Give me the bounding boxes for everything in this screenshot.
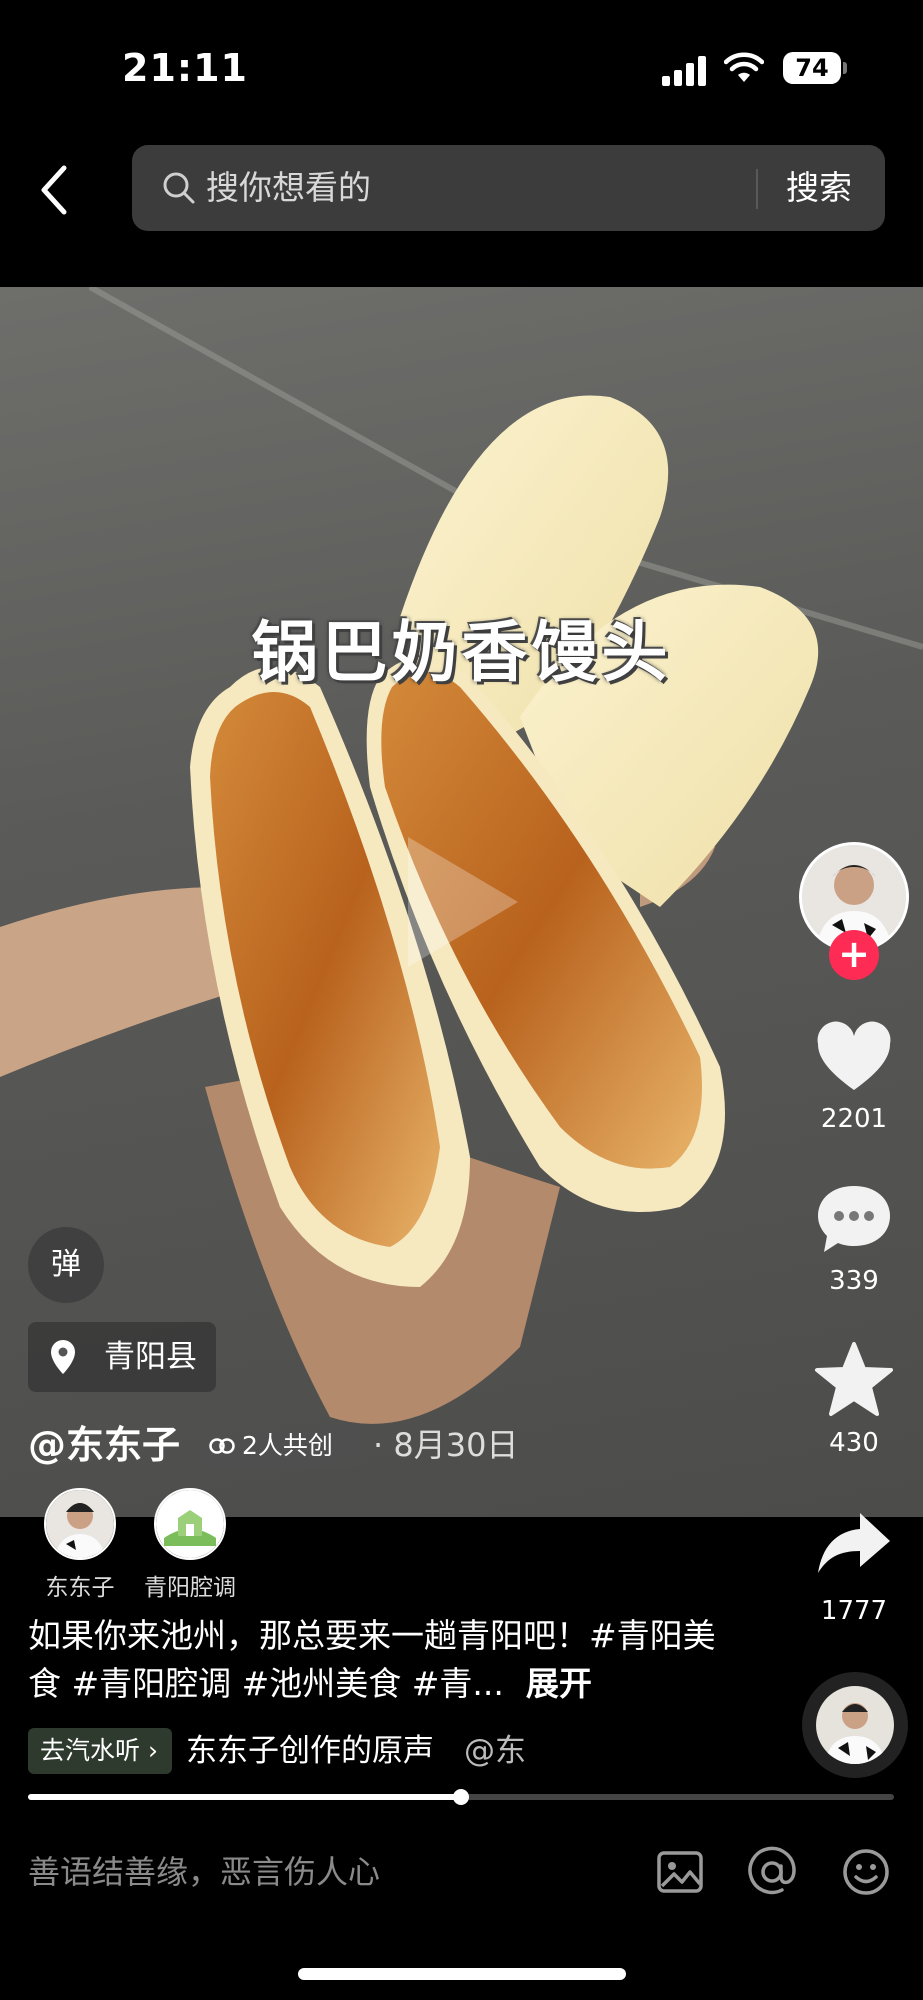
share-count: 1777 xyxy=(820,1596,888,1626)
comment-bubble-icon[interactable] xyxy=(814,1180,894,1260)
playback-progress-fill xyxy=(28,1794,461,1800)
music-mention: @东 xyxy=(463,1733,526,1769)
like-heart-icon[interactable] xyxy=(814,1020,894,1100)
follow-button[interactable]: + xyxy=(829,930,879,980)
cocreator-item[interactable]: 青阳腔调 xyxy=(120,1488,260,1602)
search-divider xyxy=(756,169,758,209)
video-caption: 锅巴奶香馒头 xyxy=(251,613,672,691)
like-count: 2201 xyxy=(820,1104,888,1134)
cocreate-icon xyxy=(209,1438,235,1454)
back-button[interactable] xyxy=(30,160,82,220)
battery-indicator: 74 xyxy=(783,52,841,84)
favorite-count: 430 xyxy=(829,1428,879,1458)
playback-progress-bar[interactable] xyxy=(28,1789,894,1805)
music-disc-cover xyxy=(816,1686,894,1764)
music-disc[interactable] xyxy=(802,1672,908,1778)
cellular-signal-icon xyxy=(662,56,706,86)
status-bar: 21:11 74 xyxy=(0,0,923,135)
comment-input[interactable]: 善语结善缘，恶言伤人心 xyxy=(28,1848,380,1896)
emoji-icon[interactable] xyxy=(840,1846,892,1898)
music-row[interactable]: 去汽水听 › 东东子创作的原声 @东 xyxy=(28,1728,588,1776)
battery-tip xyxy=(843,62,847,74)
comment-count: 339 xyxy=(829,1266,879,1296)
image-picker-icon[interactable] xyxy=(654,1846,706,1898)
music-title: 东东子创作的原声 xyxy=(185,1733,434,1769)
status-time: 21:11 xyxy=(122,46,248,90)
post-date: · 8月30日 xyxy=(373,1426,519,1464)
location-label: 青阳县 xyxy=(104,1339,197,1375)
danmaku-toggle-button[interactable]: 弹 xyxy=(28,1227,104,1303)
share-arrow-icon[interactable] xyxy=(814,1505,894,1585)
search-input[interactable]: 搜你想看的 xyxy=(206,165,371,211)
mention-at-icon[interactable] xyxy=(746,1846,798,1898)
location-pin-icon xyxy=(51,1340,75,1374)
video-description[interactable]: 如果你来池州，那总要来一趟青阳吧！#青阳美食 #青阳腔调 #池州美食 #青...… xyxy=(28,1612,728,1708)
search-icon xyxy=(163,172,195,204)
listen-in-qishui-button[interactable]: 去汽水听 › xyxy=(28,1728,172,1774)
favorite-star-icon[interactable] xyxy=(814,1340,894,1420)
cocreator-avatar xyxy=(154,1488,226,1560)
cocreate-label: 2人共创 xyxy=(242,1431,333,1460)
playback-progress-knob[interactable] xyxy=(453,1789,469,1805)
description-text: 如果你来池州，那总要来一趟青阳吧！#青阳美食 #青阳腔调 #池州美食 #青... xyxy=(28,1616,716,1703)
play-icon[interactable] xyxy=(398,827,528,977)
search-box[interactable]: 搜你想看的 搜索 xyxy=(132,145,885,231)
cocreator-avatar xyxy=(44,1488,116,1560)
wifi-icon xyxy=(724,52,764,82)
expand-button[interactable]: 展开 xyxy=(526,1664,592,1703)
home-indicator[interactable] xyxy=(298,1968,626,1980)
cocreator-name: 青阳腔调 xyxy=(144,1575,236,1601)
author-name[interactable]: @东东子 xyxy=(28,1417,180,1473)
cocreate-badge[interactable]: 2人共创 xyxy=(198,1425,360,1467)
location-tag[interactable]: 青阳县 xyxy=(28,1322,216,1392)
search-button[interactable]: 搜索 xyxy=(786,165,852,211)
